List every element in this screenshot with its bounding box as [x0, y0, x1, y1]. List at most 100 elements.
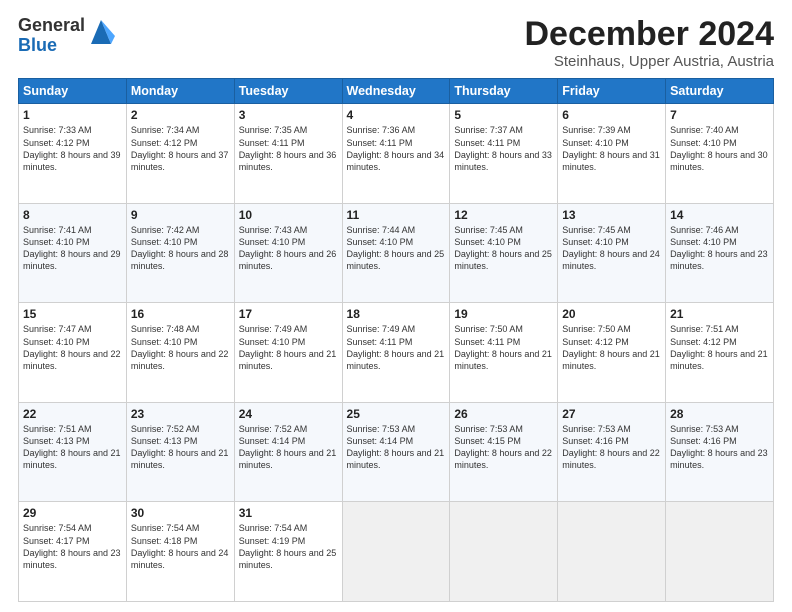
- calendar-cell: [450, 502, 558, 602]
- cell-info: Sunrise: 7:34 AMSunset: 4:12 PMDaylight:…: [131, 125, 229, 171]
- weekday-header-friday: Friday: [558, 79, 666, 104]
- calendar-cell: 19 Sunrise: 7:50 AMSunset: 4:11 PMDayligh…: [450, 303, 558, 403]
- calendar-cell: 15Sunrise: 7:47 AMSunset: 4:10 PMDayligh…: [19, 303, 127, 403]
- calendar-cell: 20Sunrise: 7:50 AMSunset: 4:12 PMDayligh…: [558, 303, 666, 403]
- calendar-cell: 22 Sunrise: 7:51 AMSunset: 4:13 PMDayligh…: [19, 402, 127, 502]
- day-number: 26: [454, 407, 553, 421]
- calendar-cell: 7Sunrise: 7:40 AMSunset: 4:10 PMDaylight…: [666, 104, 774, 204]
- cell-info: Sunrise: 7:52 AMSunset: 4:14 PMDaylight:…: [239, 424, 337, 470]
- calendar-cell: 1 Sunrise: 7:33 AMSunset: 4:12 PMDaylight…: [19, 104, 127, 204]
- weekday-header-tuesday: Tuesday: [234, 79, 342, 104]
- calendar-week-4: 22 Sunrise: 7:51 AMSunset: 4:13 PMDayligh…: [19, 402, 774, 502]
- calendar-cell: 30 Sunrise: 7:54 AMSunset: 4:18 PMDayligh…: [126, 502, 234, 602]
- day-number: 6: [562, 108, 661, 122]
- cell-info: Sunrise: 7:54 AMSunset: 4:18 PMDaylight:…: [131, 523, 229, 569]
- calendar-cell: 14 Sunrise: 7:46 AMSunset: 4:10 PMDayligh…: [666, 203, 774, 303]
- cell-info: Sunrise: 7:51 AMSunset: 4:13 PMDaylight:…: [23, 424, 121, 470]
- cell-info: Sunrise: 7:35 AMSunset: 4:11 PMDaylight:…: [239, 125, 337, 171]
- month-title: December 2024: [524, 16, 774, 53]
- day-number: 5: [454, 108, 553, 122]
- calendar-cell: 13Sunrise: 7:45 AMSunset: 4:10 PMDayligh…: [558, 203, 666, 303]
- cell-info: Sunrise: 7:48 AMSunset: 4:10 PMDaylight:…: [131, 324, 229, 370]
- cell-info: Sunrise: 7:53 AMSunset: 4:14 PMDaylight:…: [347, 424, 445, 470]
- calendar-cell: 16Sunrise: 7:48 AMSunset: 4:10 PMDayligh…: [126, 303, 234, 403]
- cell-info: Sunrise: 7:44 AMSunset: 4:10 PMDaylight:…: [347, 225, 445, 271]
- calendar-cell: 28 Sunrise: 7:53 AMSunset: 4:16 PMDayligh…: [666, 402, 774, 502]
- cell-info: Sunrise: 7:33 AMSunset: 4:12 PMDaylight:…: [23, 125, 121, 171]
- cell-info: Sunrise: 7:54 AMSunset: 4:19 PMDaylight:…: [239, 523, 337, 569]
- calendar-cell: 26Sunrise: 7:53 AMSunset: 4:15 PMDayligh…: [450, 402, 558, 502]
- day-number: 12: [454, 208, 553, 222]
- calendar-week-5: 29 Sunrise: 7:54 AMSunset: 4:17 PMDayligh…: [19, 502, 774, 602]
- day-number: 9: [131, 208, 230, 222]
- cell-info: Sunrise: 7:37 AMSunset: 4:11 PMDaylight:…: [454, 125, 552, 171]
- page: General Blue December 2024 Steinhaus, Up…: [0, 0, 792, 612]
- day-number: 28: [670, 407, 769, 421]
- day-number: 18: [347, 307, 446, 321]
- title-block: December 2024 Steinhaus, Upper Austria, …: [524, 16, 774, 70]
- cell-info: Sunrise: 7:46 AMSunset: 4:10 PMDaylight:…: [670, 225, 768, 271]
- day-number: 19: [454, 307, 553, 321]
- calendar-cell: 5 Sunrise: 7:37 AMSunset: 4:11 PMDaylight…: [450, 104, 558, 204]
- calendar-cell: [558, 502, 666, 602]
- location-title: Steinhaus, Upper Austria, Austria: [524, 53, 774, 70]
- logo-icon: [87, 16, 115, 55]
- cell-info: Sunrise: 7:54 AMSunset: 4:17 PMDaylight:…: [23, 523, 121, 569]
- cell-info: Sunrise: 7:53 AMSunset: 4:16 PMDaylight:…: [562, 424, 660, 470]
- calendar-cell: 6 Sunrise: 7:39 AMSunset: 4:10 PMDaylight…: [558, 104, 666, 204]
- header: General Blue December 2024 Steinhaus, Up…: [18, 16, 774, 70]
- calendar-week-2: 8 Sunrise: 7:41 AMSunset: 4:10 PMDaylight…: [19, 203, 774, 303]
- calendar-table: SundayMondayTuesdayWednesdayThursdayFrid…: [18, 78, 774, 602]
- day-number: 11: [347, 208, 446, 222]
- day-number: 21: [670, 307, 769, 321]
- calendar-cell: 4Sunrise: 7:36 AMSunset: 4:11 PMDaylight…: [342, 104, 450, 204]
- calendar-week-3: 15Sunrise: 7:47 AMSunset: 4:10 PMDayligh…: [19, 303, 774, 403]
- day-number: 8: [23, 208, 122, 222]
- cell-info: Sunrise: 7:50 AMSunset: 4:11 PMDaylight:…: [454, 324, 552, 370]
- cell-info: Sunrise: 7:49 AMSunset: 4:11 PMDaylight:…: [347, 324, 445, 370]
- day-number: 29: [23, 506, 122, 520]
- day-number: 15: [23, 307, 122, 321]
- weekday-header-saturday: Saturday: [666, 79, 774, 104]
- day-number: 1: [23, 108, 122, 122]
- cell-info: Sunrise: 7:45 AMSunset: 4:10 PMDaylight:…: [562, 225, 660, 271]
- logo-general: General: [18, 16, 85, 36]
- day-number: 31: [239, 506, 338, 520]
- calendar-cell: 3 Sunrise: 7:35 AMSunset: 4:11 PMDaylight…: [234, 104, 342, 204]
- cell-info: Sunrise: 7:52 AMSunset: 4:13 PMDaylight:…: [131, 424, 229, 470]
- day-number: 2: [131, 108, 230, 122]
- calendar-cell: 27 Sunrise: 7:53 AMSunset: 4:16 PMDayligh…: [558, 402, 666, 502]
- weekday-header-sunday: Sunday: [19, 79, 127, 104]
- day-number: 17: [239, 307, 338, 321]
- calendar-cell: 25 Sunrise: 7:53 AMSunset: 4:14 PMDayligh…: [342, 402, 450, 502]
- weekday-header-row: SundayMondayTuesdayWednesdayThursdayFrid…: [19, 79, 774, 104]
- day-number: 25: [347, 407, 446, 421]
- calendar-cell: 17Sunrise: 7:49 AMSunset: 4:10 PMDayligh…: [234, 303, 342, 403]
- calendar-cell: 18 Sunrise: 7:49 AMSunset: 4:11 PMDayligh…: [342, 303, 450, 403]
- calendar-cell: 11 Sunrise: 7:44 AMSunset: 4:10 PMDayligh…: [342, 203, 450, 303]
- calendar-cell: 31 Sunrise: 7:54 AMSunset: 4:19 PMDayligh…: [234, 502, 342, 602]
- day-number: 24: [239, 407, 338, 421]
- cell-info: Sunrise: 7:42 AMSunset: 4:10 PMDaylight:…: [131, 225, 229, 271]
- day-number: 14: [670, 208, 769, 222]
- calendar-cell: 12Sunrise: 7:45 AMSunset: 4:10 PMDayligh…: [450, 203, 558, 303]
- day-number: 30: [131, 506, 230, 520]
- day-number: 20: [562, 307, 661, 321]
- cell-info: Sunrise: 7:51 AMSunset: 4:12 PMDaylight:…: [670, 324, 768, 370]
- weekday-header-thursday: Thursday: [450, 79, 558, 104]
- logo: General Blue: [18, 16, 115, 56]
- cell-info: Sunrise: 7:53 AMSunset: 4:16 PMDaylight:…: [670, 424, 768, 470]
- calendar-cell: 23 Sunrise: 7:52 AMSunset: 4:13 PMDayligh…: [126, 402, 234, 502]
- day-number: 22: [23, 407, 122, 421]
- cell-info: Sunrise: 7:36 AMSunset: 4:11 PMDaylight:…: [347, 125, 445, 171]
- day-number: 27: [562, 407, 661, 421]
- cell-info: Sunrise: 7:41 AMSunset: 4:10 PMDaylight:…: [23, 225, 121, 271]
- calendar-cell: 24 Sunrise: 7:52 AMSunset: 4:14 PMDayligh…: [234, 402, 342, 502]
- calendar-cell: [666, 502, 774, 602]
- calendar-cell: 8 Sunrise: 7:41 AMSunset: 4:10 PMDaylight…: [19, 203, 127, 303]
- day-number: 3: [239, 108, 338, 122]
- day-number: 23: [131, 407, 230, 421]
- day-number: 10: [239, 208, 338, 222]
- cell-info: Sunrise: 7:39 AMSunset: 4:10 PMDaylight:…: [562, 125, 660, 171]
- logo-blue: Blue: [18, 36, 85, 56]
